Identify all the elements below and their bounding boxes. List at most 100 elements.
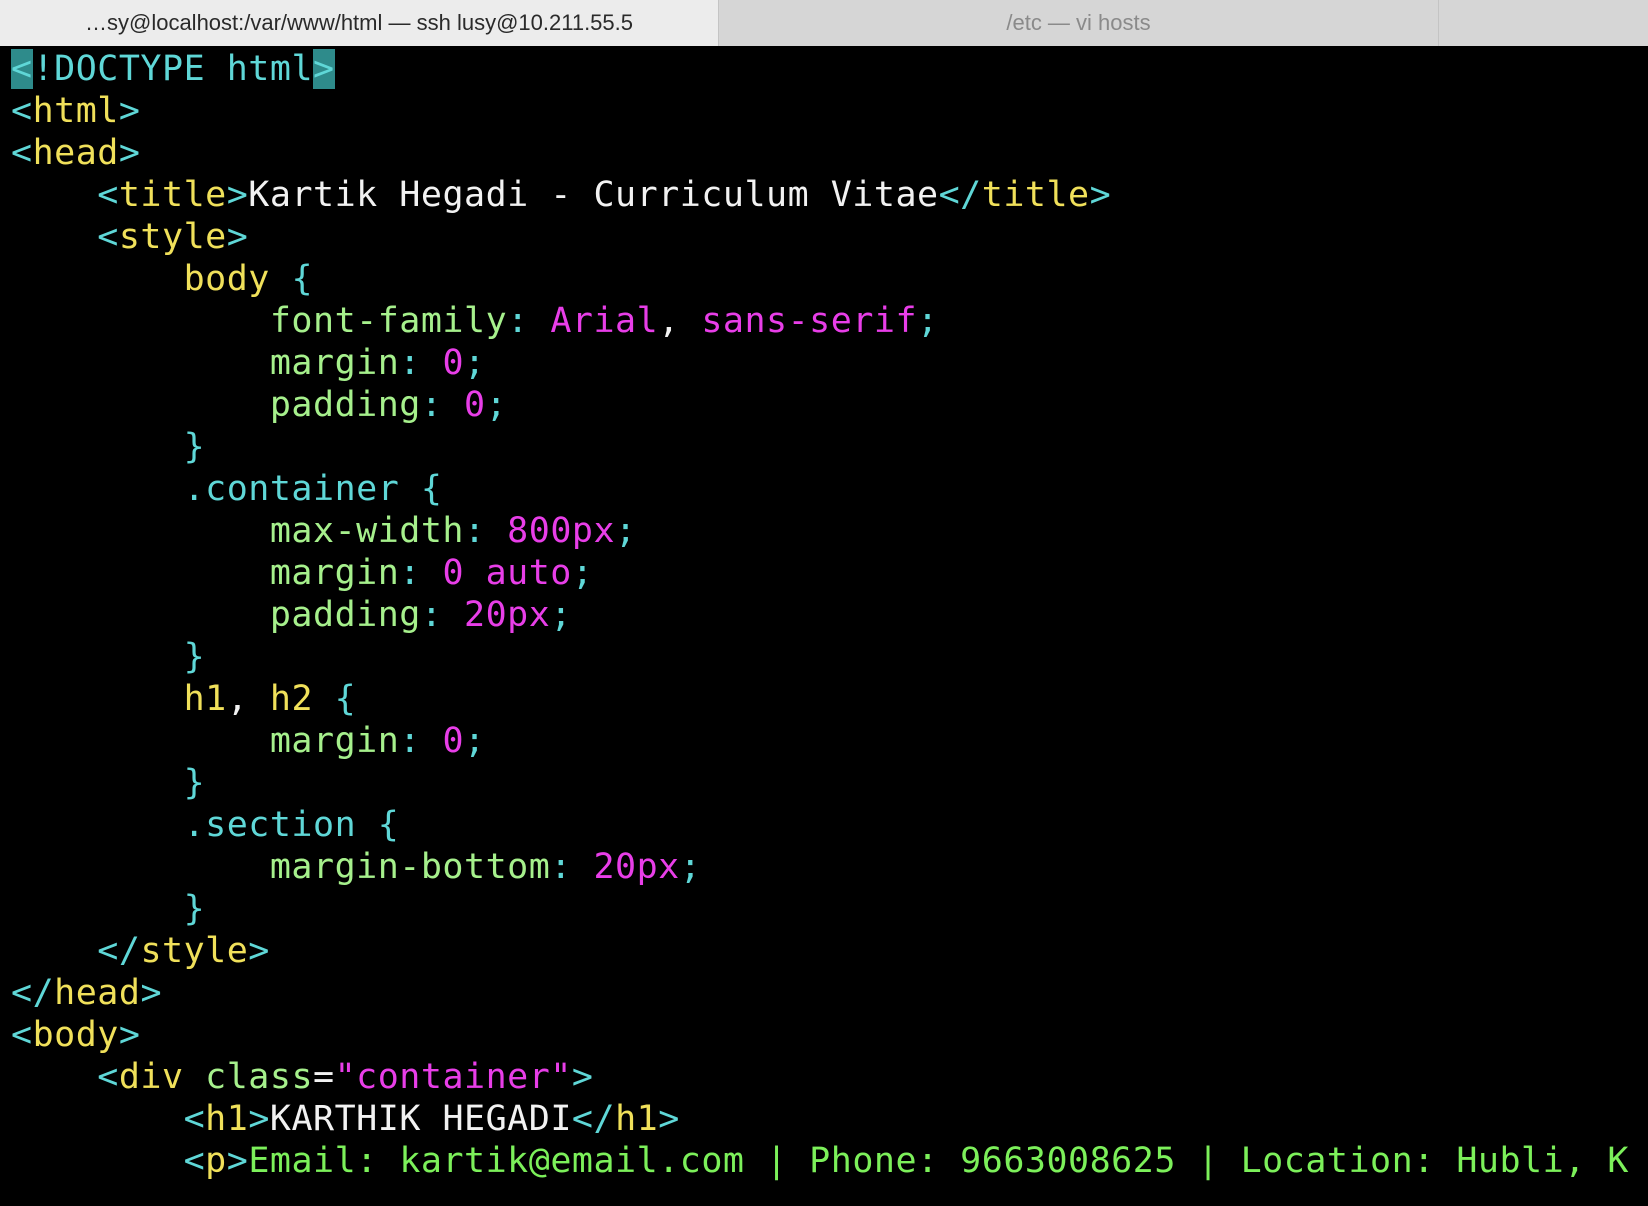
code-token: ; [464,343,486,383]
code-token: : [507,301,551,341]
code-token: > [1089,175,1112,215]
code-token: , [226,679,270,719]
code-line: } [11,888,1648,930]
code-token: 0 [442,721,465,761]
code-token: : [399,553,443,593]
code-token: { [420,469,443,509]
code-token: margin-bottom [11,847,551,887]
code-line: .section { [11,804,1648,846]
code-token: : [420,385,465,425]
code-token: < [11,1099,206,1139]
code-token: ; [485,385,508,425]
code-token: 20px [464,595,551,635]
code-token: </ [938,175,982,215]
code-token: .section [11,805,378,845]
code-token: 0 [464,385,486,425]
code-token: sans-serif [701,301,918,341]
code-token: body [11,259,292,299]
code-token: </ [571,1099,616,1139]
code-token: = [313,1057,335,1097]
code-line: body { [11,258,1648,300]
code-token: margin [11,553,400,593]
code-token: font-family [11,301,508,341]
code-token: { [377,805,400,845]
code-line: margin-bottom: 20px; [11,846,1648,888]
code-token: style [140,931,249,971]
code-line: margin: 0; [11,720,1648,762]
code-token: 20px [593,847,680,887]
code-line: </style> [11,930,1648,972]
code-token: > [226,217,249,257]
code-line: <h1>KARTHIK HEGADI</h1> [11,1098,1648,1140]
code-line: } [11,636,1648,678]
code-token: > [226,175,249,215]
code-token: { [291,259,314,299]
code-token: .container [11,469,421,509]
code-line: } [11,762,1648,804]
code-token: , [658,301,702,341]
code-line: h1, h2 { [11,678,1648,720]
code-line: <head> [11,132,1648,174]
code-token: : [420,595,465,635]
code-token: title [981,175,1090,215]
code-token: KARTHIK HEGADI [269,1099,572,1139]
code-token: head [54,973,141,1013]
code-token: > [248,931,270,971]
code-token: > [140,973,163,1013]
code-token: < [11,217,119,257]
code-token: > [118,1015,141,1055]
code-token: padding [11,385,421,425]
code-token: } [11,427,206,467]
tab-ssh-session[interactable]: …sy@localhost:/var/www/html — ssh lusy@1… [0,0,719,46]
code-token: !DOCTYPE html [32,49,314,89]
code-token: title [118,175,227,215]
code-token: Email: kartik@email.com | Phone: 9663008… [248,1141,1629,1181]
code-token: < [11,1057,119,1097]
code-token: } [11,889,206,929]
cursor-highlight: < [11,49,33,89]
code-token: max-width [11,511,465,551]
code-token: ; [679,847,702,887]
code-token: : [464,511,508,551]
code-token: > [118,91,141,131]
code-token: { [334,679,357,719]
code-token: 800px [507,511,616,551]
code-token: < [11,133,33,173]
code-token: </ [11,973,55,1013]
tab-label: …sy@localhost:/var/www/html — ssh lusy@1… [84,10,633,35]
code-token: Kartik Hegadi - Curriculum Vitae [248,175,939,215]
code-line: <body> [11,1014,1648,1056]
code-token: ; [571,553,594,593]
code-token: } [11,637,206,677]
code-token: </ [11,931,141,971]
code-line: <p>Email: kartik@email.com | Phone: 9663… [11,1140,1648,1182]
code-token: padding [11,595,421,635]
code-token: ; [917,301,939,341]
code-token: html [32,91,119,131]
code-token: div [118,1057,206,1097]
code-token: h1 [615,1099,659,1139]
code-token: ; [550,595,572,635]
tab-bar-filler [1439,0,1648,46]
terminal-window: …sy@localhost:/var/www/html — ssh lusy@1… [0,0,1648,1206]
code-token: style [118,217,227,257]
tab-label: /etc — vi hosts [1006,10,1151,35]
terminal-content[interactable]: <!DOCTYPE html> <html> <head> <title>Karti… [11,48,1648,1206]
code-line: font-family: Arial, sans-serif; [11,300,1648,342]
code-token: > [118,133,141,173]
code-line: } [11,426,1648,468]
code-token: } [11,763,206,803]
code-token: class [205,1057,314,1097]
code-token: > [226,1141,249,1181]
tab-vi-hosts[interactable]: /etc — vi hosts [719,0,1439,46]
code-token: margin [11,721,400,761]
code-line: margin: 0; [11,342,1648,384]
code-token: margin [11,343,400,383]
code-line: max-width: 800px; [11,510,1648,552]
code-line: margin: 0 auto; [11,552,1648,594]
code-line: <!DOCTYPE html> [11,48,1648,90]
code-token: h1 [205,1099,249,1139]
code-line: <html> [11,90,1648,132]
code-token: > [658,1099,680,1139]
code-token: ; [615,511,637,551]
